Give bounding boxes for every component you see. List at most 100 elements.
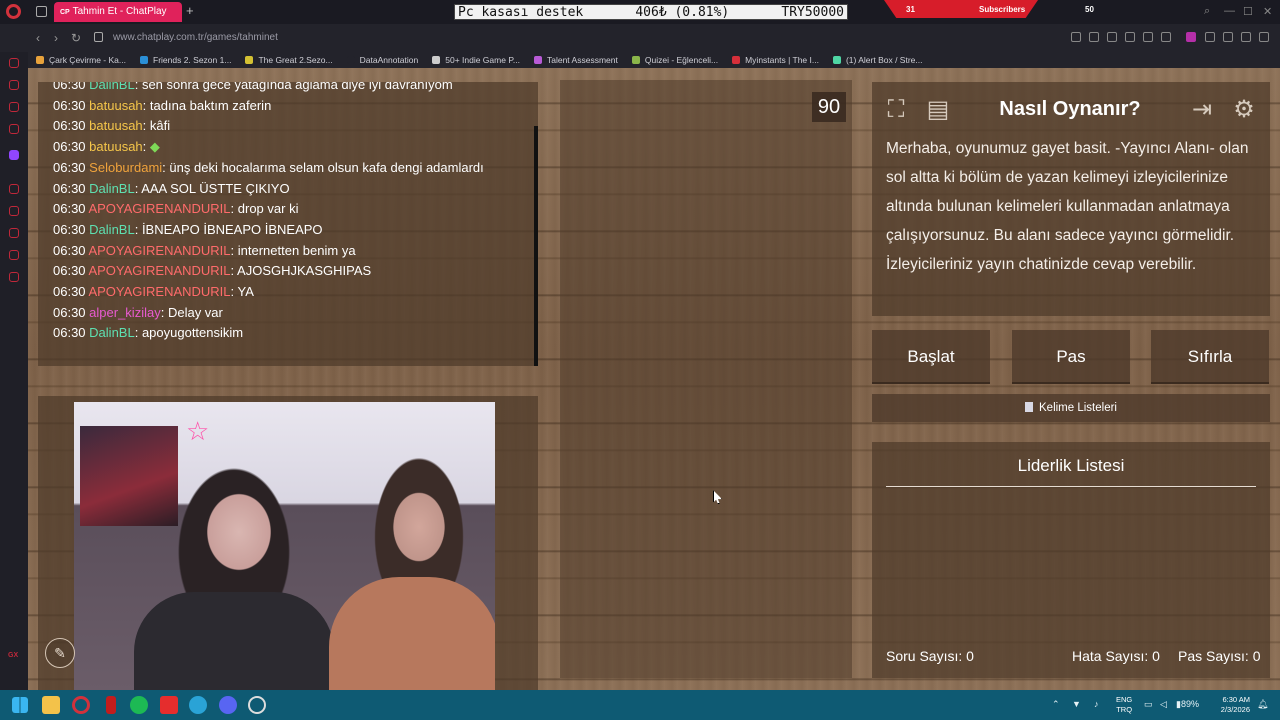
- battery-icon[interactable]: ▮89%: [1176, 699, 1199, 710]
- chat-username[interactable]: DalinBL: [89, 82, 135, 92]
- logout-icon[interactable]: ⇥: [1188, 96, 1216, 124]
- bookmark-favicon-icon: [432, 56, 441, 64]
- chat-username[interactable]: batuusah: [89, 139, 143, 154]
- word-lists-button[interactable]: Kelime Listeleri: [872, 394, 1270, 422]
- chat-scrollbar[interactable]: [534, 126, 538, 366]
- opera-menu-icon[interactable]: [6, 4, 21, 19]
- search-icon[interactable]: ⌕: [1204, 5, 1210, 18]
- windows-taskbar: ⌃ ▼ ♪ ENG TRQ ▭ ◁ ▮89% 6:30 AM 2/3/2026 …: [0, 690, 1280, 720]
- reset-button[interactable]: Sıfırla: [1151, 330, 1269, 384]
- sidebar-icon[interactable]: [9, 124, 19, 134]
- bookmark-item[interactable]: The Great 2.Sezo...: [237, 52, 333, 68]
- volume-icon[interactable]: ◁: [1160, 699, 1167, 710]
- wall-poster: [80, 426, 178, 526]
- twitch-icon[interactable]: [9, 150, 19, 160]
- clock-date: 2/3/2026: [1220, 705, 1250, 714]
- url-field[interactable]: www.chatplay.com.tr/games/tahminet: [113, 32, 278, 43]
- chat-username[interactable]: APOYAGIRENANDURIL: [88, 201, 230, 216]
- opera-gx-icon[interactable]: [72, 696, 90, 714]
- settings-icon[interactable]: [9, 272, 19, 282]
- edge-icon[interactable]: [189, 696, 207, 714]
- chat-text: Delay var: [167, 304, 223, 320]
- profile-icon[interactable]: [1223, 32, 1233, 42]
- chat-username[interactable]: alper_kizilay: [89, 305, 161, 320]
- chat-username[interactable]: APOYAGIRENANDURIL: [88, 243, 230, 258]
- extension-icon[interactable]: [1186, 32, 1196, 42]
- heart-icon[interactable]: [1161, 32, 1171, 42]
- chat-username[interactable]: batuusah: [89, 118, 143, 133]
- chat-username[interactable]: Seloburdami: [89, 160, 162, 175]
- bookmark-favicon-icon: [832, 56, 841, 64]
- chat-username[interactable]: DalinBL: [89, 222, 135, 237]
- reload-icon[interactable]: ↻: [71, 31, 81, 45]
- file-explorer-icon[interactable]: [42, 696, 60, 714]
- close-icon[interactable]: ✕: [1263, 5, 1272, 18]
- extension-icon[interactable]: [1071, 32, 1081, 42]
- language-bottom: TRQ: [1116, 705, 1133, 714]
- forward-icon[interactable]: ›: [54, 31, 58, 45]
- chat-username[interactable]: DalinBL: [89, 181, 135, 196]
- discord-icon[interactable]: [219, 696, 237, 714]
- pass-button[interactable]: Pas: [1012, 330, 1130, 384]
- fullscreen-icon[interactable]: ⛶: [882, 96, 910, 124]
- chat-message: 06:30 APOYAGIRENANDURIL: drop var ki: [53, 201, 298, 216]
- bookmark-item[interactable]: 50+ Indie Game P...: [424, 52, 520, 68]
- menu-icon[interactable]: [1259, 32, 1269, 42]
- maximize-icon[interactable]: ☐: [1243, 5, 1253, 18]
- sidebar-icon[interactable]: [9, 102, 19, 112]
- notification-icon[interactable]: 🔔︎: [1257, 699, 1268, 710]
- bookmark-item[interactable]: Çark Çevirme - Ka...: [28, 52, 126, 68]
- bookmark-item[interactable]: Myinstants | The I...: [724, 52, 819, 68]
- app-icon[interactable]: [106, 696, 116, 714]
- minimize-icon[interactable]: —: [1224, 5, 1235, 17]
- sidebar-icon[interactable]: [9, 80, 19, 90]
- tab-favicon: CP: [60, 9, 70, 16]
- microphone-icon[interactable]: ♪: [1094, 699, 1099, 709]
- bookmark-item[interactable]: DataAnnotation: [339, 52, 418, 68]
- chat-username[interactable]: APOYAGIRENANDURIL: [88, 263, 230, 278]
- youtube-icon[interactable]: [160, 696, 178, 714]
- document-icon[interactable]: ▤: [924, 96, 952, 124]
- new-tab-button[interactable]: +: [186, 3, 194, 18]
- extension-icon[interactable]: [1143, 32, 1153, 42]
- browser-tab-active[interactable]: CP Tahmin Et - ChatPlay: [54, 2, 182, 22]
- spotify-icon[interactable]: [130, 696, 148, 714]
- question-count-label: Soru Sayısı:: [886, 648, 963, 664]
- obs-icon[interactable]: [248, 696, 266, 714]
- chat-username[interactable]: DalinBL: [89, 325, 135, 340]
- tab-workspace-icon[interactable]: [36, 6, 47, 17]
- sidebar-icon[interactable]: [9, 184, 19, 194]
- start-button[interactable]: Başlat: [872, 330, 990, 384]
- sidebar-icon[interactable]: [9, 206, 19, 216]
- display-icon[interactable]: ▭: [1144, 699, 1153, 710]
- bookmark-label: The Great 2.Sezo...: [258, 55, 333, 65]
- chat-time: 06:30: [53, 97, 86, 113]
- edit-pencil-icon[interactable]: ✎: [45, 638, 75, 668]
- tray-app-icon[interactable]: ▼: [1072, 699, 1081, 709]
- bookmark-item[interactable]: Quizei - Eğlenceli...: [624, 52, 718, 68]
- chat-text: apoyugottensikim: [141, 325, 244, 341]
- extension-icon[interactable]: [1205, 32, 1215, 42]
- download-icon[interactable]: [1241, 32, 1251, 42]
- chat-username[interactable]: APOYAGIRENANDURIL: [88, 284, 230, 299]
- bookmark-item[interactable]: Friends 2. Sezon 1...: [132, 52, 231, 68]
- extension-icon[interactable]: [1089, 32, 1099, 42]
- chat-message: 06:30 DalinBL: sen sonra gece yatağında …: [53, 82, 453, 92]
- extension-icon[interactable]: [1107, 32, 1117, 42]
- bookmark-item[interactable]: (1) Alert Box / Stre...: [825, 52, 922, 68]
- settings-gear-icon[interactable]: ⚙: [1230, 96, 1258, 124]
- subscriber-goal-bar: 31 Subscribers: [884, 0, 1038, 18]
- tray-chevron-icon[interactable]: ⌃: [1052, 699, 1060, 710]
- chat-username[interactable]: batuusah: [89, 98, 143, 113]
- language-indicator[interactable]: ENG TRQ: [1116, 695, 1132, 715]
- sidebar-icon[interactable]: [9, 250, 19, 260]
- bookmark-label: Quizei - Eğlenceli...: [644, 55, 719, 65]
- windows-start-icon[interactable]: [12, 697, 28, 713]
- sidebar-icon[interactable]: [9, 228, 19, 238]
- back-icon[interactable]: ‹: [36, 31, 40, 45]
- sidebar-icon[interactable]: [9, 58, 19, 68]
- extension-icon[interactable]: [1125, 32, 1135, 42]
- system-clock[interactable]: 6:30 AM 2/3/2026: [1212, 695, 1250, 715]
- lock-icon: [94, 32, 103, 42]
- bookmark-item[interactable]: Talent Assessment: [526, 52, 618, 68]
